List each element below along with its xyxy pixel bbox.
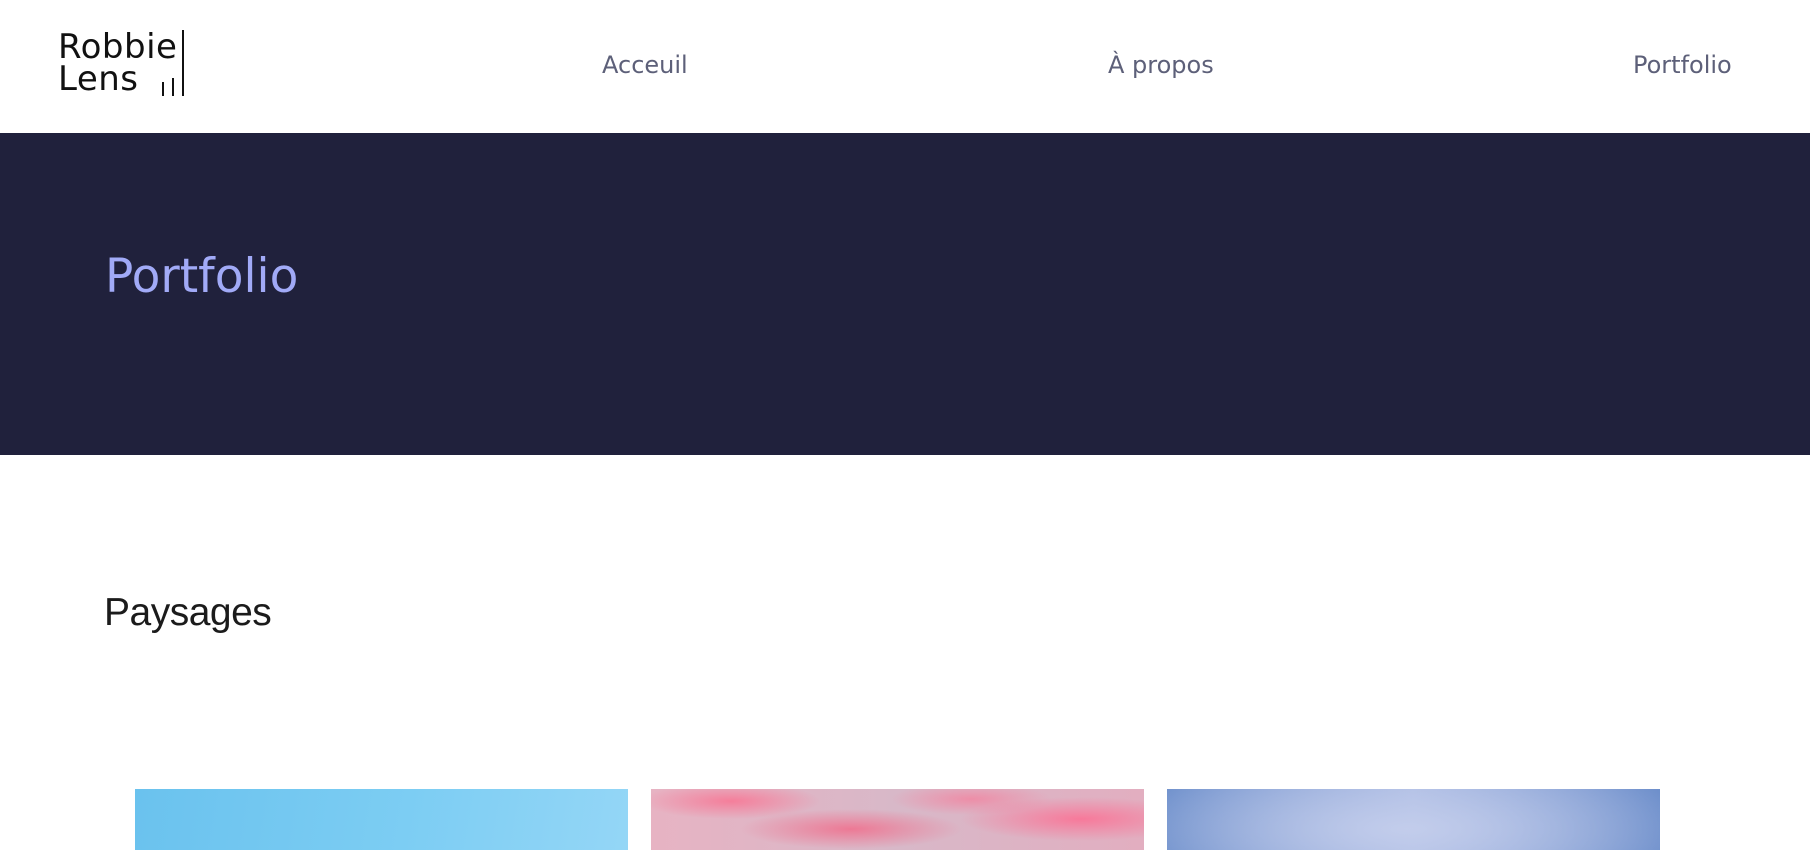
gallery-photo-pink-clouds[interactable] [651, 789, 1144, 850]
hero-banner: Portfolio [0, 133, 1810, 455]
site-header: Robbie Lens Acceuil À propos Portfolio [0, 0, 1810, 133]
section-title-landscapes: Paysages [104, 591, 272, 634]
logo-bar-short [172, 78, 174, 96]
logo-bar-short [162, 82, 164, 96]
gallery-photo-pale-sky[interactable] [1167, 789, 1660, 850]
nav-link-about[interactable]: À propos [1108, 51, 1214, 79]
page-title: Portfolio [105, 249, 299, 304]
logo-text-line2: Lens [58, 59, 139, 99]
logo-bar-tall [182, 30, 184, 96]
nav-link-home[interactable]: Acceuil [602, 51, 688, 79]
logo[interactable]: Robbie Lens [58, 28, 188, 98]
gallery-photo-blue-sky[interactable] [135, 789, 628, 850]
nav-link-portfolio[interactable]: Portfolio [1633, 51, 1732, 79]
